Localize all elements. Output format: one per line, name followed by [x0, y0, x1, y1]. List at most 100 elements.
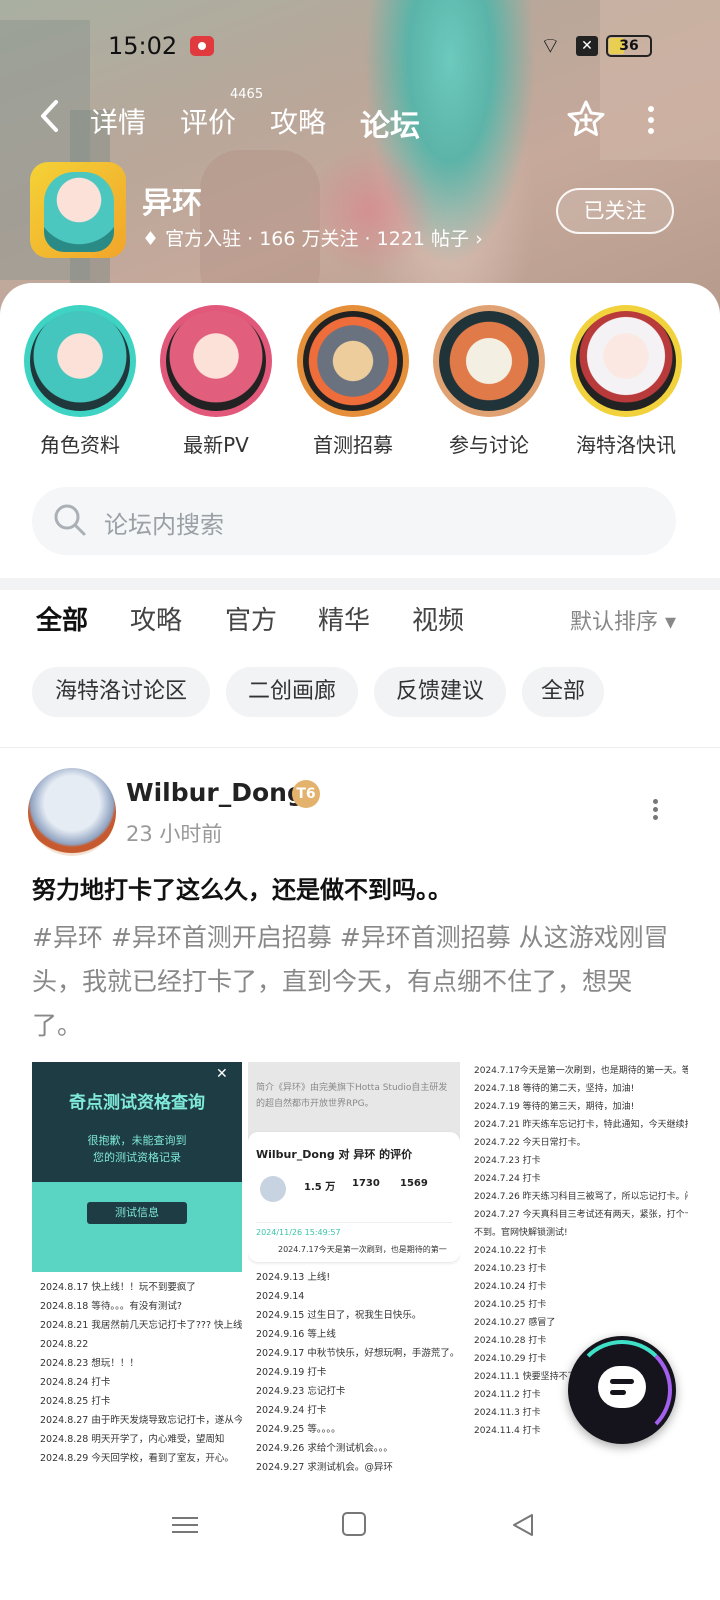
stat-value: 1569 — [400, 1178, 428, 1189]
filter-tab-guides[interactable]: 攻略 — [130, 600, 182, 637]
log-line: 2024.10.24 打卡 — [474, 1282, 547, 1292]
quick-link-label: 海特洛快讯 — [576, 433, 676, 457]
section-divider — [0, 578, 720, 590]
compose-post-button[interactable] — [568, 1336, 676, 1444]
screen-record-icon — [190, 36, 214, 56]
post-more-icon[interactable] — [648, 796, 662, 824]
post-image-2[interactable]: 简介《异环》由完美旗下Hotta Studio自主研发的超自然都市开放世界RPG… — [248, 1062, 460, 1482]
chip-all[interactable]: 全部 — [522, 667, 604, 717]
log-line: 2024.8.17 快上线！！玩不到要疯了 — [40, 1282, 196, 1293]
search-placeholder: 论坛内搜索 — [104, 511, 224, 539]
reviewer-avatar — [260, 1176, 286, 1202]
game-header: 异环 ♦ 官方入驻 · 166 万关注 · 1221 帖子 › 已关注 — [30, 162, 690, 262]
log-line: 2024.9.17 中秋节快乐，好想玩啊，手游荒了。 — [256, 1348, 460, 1359]
author-avatar[interactable] — [28, 768, 116, 856]
star-add-icon[interactable] — [566, 99, 606, 139]
filter-tab-featured[interactable]: 精华 — [318, 600, 370, 637]
popup-message: 很抱歉，未能查询到 您的测试资格记录 — [87, 1134, 187, 1164]
log-line: 2024.7.22 今天日常打卡。 — [474, 1138, 586, 1148]
sort-dropdown[interactable]: 默认排序 ▾ — [570, 604, 676, 636]
battery-level: 36 — [619, 38, 639, 54]
status-bar: 15:02 ⌔ ✕ 36 — [0, 28, 720, 64]
intro-text: 简介《异环》由完美旗下Hotta Studio自主研发的超自然都市开放世界RPG… — [256, 1083, 448, 1109]
system-nav-bar — [0, 1500, 720, 1600]
quick-link-join-discussion[interactable]: 参与讨论 — [424, 305, 554, 458]
log-line: 2024.8.21 我居然前几天忘记打卡了??? 快上线!? — [40, 1320, 242, 1331]
log-line: 2024.8.23 想玩！！！ — [40, 1358, 139, 1369]
chip-hethereau-discussion[interactable]: 海特洛讨论区 — [32, 667, 210, 717]
hethereau-news-avatar — [570, 305, 682, 417]
log-line: 2024.10.27 感冒了 — [474, 1318, 556, 1328]
log-line: 2024.7.24 打卡 — [474, 1174, 541, 1184]
log-line: 2024.8.29 今天回学校，看到了室友，开心。 — [40, 1453, 234, 1464]
quick-link-hethereau-news[interactable]: 海特洛快讯 — [561, 305, 691, 458]
quick-link-first-test-recruit[interactable]: 首测招募 — [288, 305, 418, 458]
log-line: 2024.8.18 等待。。。有没有测试? — [40, 1301, 182, 1312]
more-options-icon[interactable] — [644, 101, 658, 137]
home-icon[interactable] — [342, 1512, 366, 1536]
tab-forum[interactable]: 论坛 — [360, 101, 420, 149]
menu-icon[interactable] — [172, 1512, 198, 1538]
game-logo[interactable] — [30, 162, 126, 258]
first-test-recruit-avatar — [297, 305, 409, 417]
forum-search-input[interactable]: 论坛内搜索 — [32, 487, 676, 555]
tab-reviews[interactable]: 评价 — [180, 101, 236, 141]
checkin-log-b: 2024.9.13 上线! 2024.9.14 2024.9.15 过生日了，祝… — [256, 1268, 459, 1477]
log-line: 2024.7.27 今天真科目三考试还有两天，紧张，打个卡缓解一下。期待。 — [474, 1210, 688, 1220]
search-icon — [52, 502, 88, 538]
log-line: 不到。官网快解锁测试! — [474, 1228, 568, 1238]
log-line: 2024.9.15 过生日了，祝我生日快乐。 — [256, 1310, 422, 1321]
game-meta-text: 官方入驻 · 166 万关注 · 1221 帖子 — [165, 228, 470, 250]
quick-link-latest-pv[interactable]: 最新PV — [151, 305, 281, 458]
category-chips: 海特洛讨论区 二创画廊 反馈建议 全部 — [32, 667, 712, 717]
game-name: 异环 — [142, 186, 202, 221]
log-line: 2024.9.25 等。。。。 — [256, 1424, 341, 1435]
log-line: 2024.9.27 求测试机会。@异环 — [256, 1462, 393, 1473]
back-arrow-icon[interactable] — [38, 99, 68, 139]
log-line: 2024.10.25 打卡 — [474, 1300, 547, 1310]
log-line: 2024.9.26 求给个测试机会。。。 — [256, 1443, 393, 1454]
log-line: 2024.10.22 打卡 — [474, 1246, 547, 1256]
log-line: 2024.7.26 昨天练习科目三被骂了，所以忘记打卡。闷闷不乐。等待上线。 — [474, 1192, 688, 1202]
stat-value: 1730 — [352, 1178, 380, 1189]
divider — [0, 747, 720, 748]
join-discussion-avatar — [433, 305, 545, 417]
quick-link-character-info[interactable]: 角色资料 — [15, 305, 145, 458]
review-count-badge: 4465 — [230, 87, 264, 102]
tab-details[interactable]: 详情 — [90, 101, 146, 141]
level-badge: T6 — [292, 780, 320, 808]
follow-button[interactable]: 已关注 — [556, 188, 674, 234]
popup-header: 奇点测试资格查询 — [69, 1093, 205, 1113]
tab-guides[interactable]: 攻略 — [270, 101, 326, 141]
stat-value: 1.5 万 — [304, 1182, 336, 1193]
city-skyline — [32, 1182, 242, 1272]
qualification-query-popup: ✕ 奇点测试资格查询 很抱歉，未能查询到 您的测试资格记录 测试信息 — [32, 1062, 242, 1272]
post-body[interactable]: #异环 #异环首测开启招募 #异环首测招募 从这游戏刚冒头，我就已经打卡了，直到… — [32, 916, 672, 1048]
post-time: 23 小时前 — [126, 822, 223, 846]
chip-feedback[interactable]: 反馈建议 — [374, 667, 506, 717]
card-divider — [256, 1222, 452, 1223]
review-timestamp: 2024/11/26 15:49:57 — [256, 1228, 341, 1237]
tab-forum-label: 论坛 — [360, 109, 420, 144]
filter-tab-official[interactable]: 官方 — [225, 600, 277, 637]
quick-link-label: 首测招募 — [313, 433, 393, 457]
game-meta[interactable]: ♦ 官方入驻 · 166 万关注 · 1221 帖子 › — [142, 224, 483, 251]
post-title[interactable]: 努力地打卡了这么久，还是做不到吗。。 — [32, 870, 452, 905]
log-line: 2024.9.23 忘记打卡 — [256, 1386, 346, 1397]
filter-tab-video[interactable]: 视频 — [412, 600, 464, 637]
author-name[interactable]: Wilbur_Dong — [126, 778, 305, 807]
filter-tabs: 全部 攻略 官方 精华 视频 默认排序 ▾ — [0, 600, 720, 660]
log-line: 2024.9.13 上线! — [256, 1272, 331, 1283]
chip-fan-art[interactable]: 二创画廊 — [226, 667, 358, 717]
log-line: 2024.10.23 打卡 — [474, 1264, 547, 1274]
back-triangle-icon[interactable] — [510, 1512, 536, 1538]
chat-bubble-icon — [598, 1366, 646, 1408]
sim-off-icon: ✕ — [576, 36, 598, 56]
quick-link-label: 角色资料 — [40, 433, 120, 457]
log-line: 2024.9.14 — [256, 1291, 305, 1302]
quick-link-label: 最新PV — [183, 433, 249, 457]
log-line: 2024.8.27 由于昨天发烧导致忘记打卡，遂从今天补回。 — [40, 1415, 242, 1426]
filter-tab-label: 全部 — [36, 606, 89, 636]
filter-tab-all[interactable]: 全部 — [36, 600, 89, 639]
post-image-1[interactable]: ✕ 奇点测试资格查询 很抱歉，未能查询到 您的测试资格记录 测试信息 2024.… — [32, 1062, 242, 1482]
